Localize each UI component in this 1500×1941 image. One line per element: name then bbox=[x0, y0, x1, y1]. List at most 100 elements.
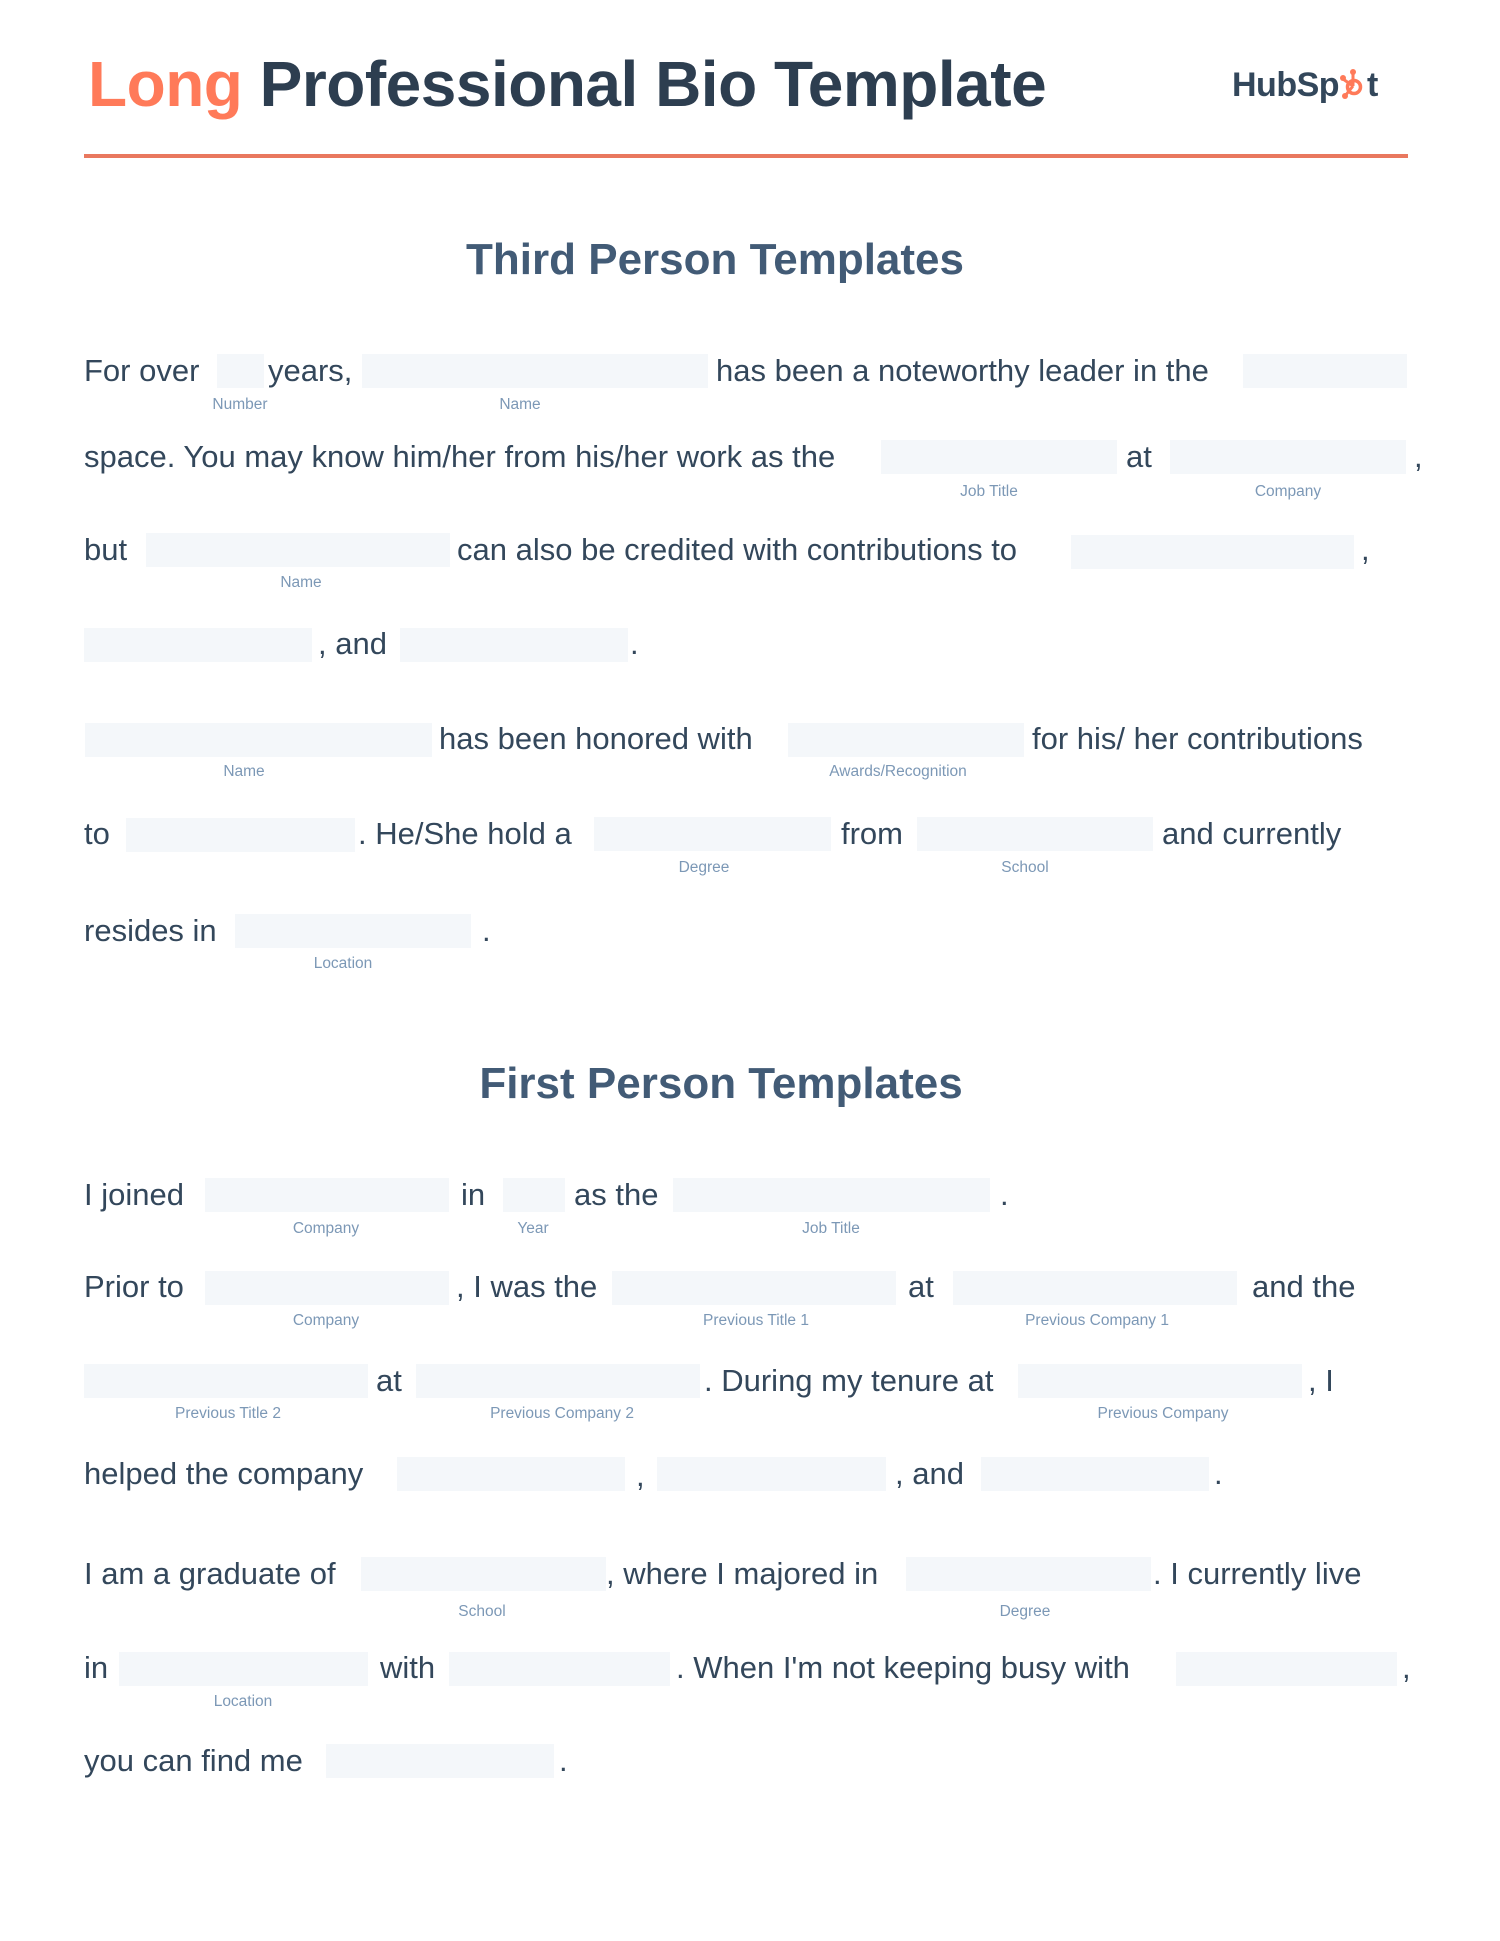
hobby-field[interactable] bbox=[326, 1744, 554, 1778]
field-label: Previous Title 2 bbox=[175, 1405, 281, 1422]
previous-company-1-field[interactable] bbox=[953, 1271, 1237, 1305]
title-rest: Professional Bio Template bbox=[259, 48, 1047, 120]
text: and currently bbox=[1162, 816, 1342, 851]
text: , bbox=[1402, 1650, 1411, 1685]
page-title: Long Professional Bio Template bbox=[88, 52, 1047, 116]
contribution-field[interactable] bbox=[400, 628, 628, 662]
previous-company-field[interactable] bbox=[1018, 1364, 1302, 1398]
field-label: Company bbox=[292, 1220, 360, 1237]
logo-text: HubSp bbox=[1232, 66, 1340, 104]
field-of-contribution[interactable] bbox=[126, 818, 355, 852]
text: at bbox=[376, 1363, 402, 1398]
text: , bbox=[1361, 532, 1370, 567]
logo-text-end: t bbox=[1367, 66, 1378, 104]
field-label: Year bbox=[517, 1220, 549, 1237]
field-label: Previous Company 1 bbox=[1025, 1312, 1169, 1329]
year-field[interactable] bbox=[503, 1178, 565, 1212]
field-label: Previous Company 2 bbox=[490, 1405, 634, 1422]
text: you can find me bbox=[84, 1743, 303, 1778]
text: . bbox=[1214, 1456, 1223, 1491]
text: as the bbox=[574, 1177, 659, 1212]
text: , and bbox=[318, 626, 387, 661]
degree-field[interactable] bbox=[906, 1557, 1151, 1591]
school-field[interactable] bbox=[361, 1557, 606, 1591]
text: . bbox=[630, 626, 639, 661]
field-label: Previous Company bbox=[1097, 1405, 1229, 1422]
school-field[interactable] bbox=[917, 817, 1153, 851]
text: , bbox=[636, 1458, 645, 1493]
degree-field[interactable] bbox=[594, 817, 831, 851]
hubspot-logo: HubSp t bbox=[1232, 68, 1378, 102]
sprocket-icon bbox=[1339, 68, 1367, 100]
accomplishment-field[interactable] bbox=[657, 1457, 886, 1491]
text: has been honored with bbox=[439, 721, 753, 756]
text: , bbox=[1414, 439, 1423, 474]
previous-title-1-field[interactable] bbox=[612, 1271, 896, 1305]
text: helped the company bbox=[84, 1456, 364, 1491]
contribution-field[interactable] bbox=[84, 628, 312, 662]
text: with bbox=[380, 1650, 436, 1685]
text: . bbox=[482, 913, 491, 948]
industry-field[interactable] bbox=[1243, 354, 1407, 388]
text: from bbox=[841, 816, 903, 851]
name-field[interactable] bbox=[85, 723, 432, 757]
text: in bbox=[84, 1650, 109, 1685]
accomplishment-field[interactable] bbox=[981, 1457, 1209, 1491]
text: , I was the bbox=[456, 1269, 598, 1304]
text: at bbox=[908, 1269, 934, 1304]
company-field[interactable] bbox=[205, 1178, 449, 1212]
first-person-heading: First Person Templates bbox=[479, 1059, 963, 1108]
header-divider bbox=[84, 154, 1408, 158]
accomplishment-field[interactable] bbox=[397, 1457, 625, 1491]
name-field[interactable] bbox=[362, 354, 708, 388]
previous-company-2-field[interactable] bbox=[416, 1364, 700, 1398]
field-label: School bbox=[458, 1603, 506, 1620]
field-label: Previous Title 1 bbox=[703, 1312, 809, 1329]
text: . bbox=[559, 1743, 568, 1778]
text: I am a graduate of bbox=[84, 1556, 336, 1591]
field-label: Job Title bbox=[802, 1220, 860, 1237]
field-label: Company bbox=[292, 1312, 360, 1329]
job-title-field[interactable] bbox=[673, 1178, 990, 1212]
text: For over bbox=[84, 353, 200, 388]
number-field[interactable] bbox=[217, 354, 264, 388]
text: to bbox=[84, 816, 110, 851]
text: years, bbox=[268, 353, 353, 388]
company-field[interactable] bbox=[205, 1271, 449, 1305]
field-label: Name bbox=[280, 574, 322, 591]
field-label: School bbox=[1001, 859, 1049, 876]
text: but bbox=[84, 532, 128, 567]
text: at bbox=[1126, 439, 1152, 474]
text: , where I majored in bbox=[606, 1556, 879, 1591]
field-label: Location bbox=[313, 955, 373, 972]
text: for his/ her contributions bbox=[1032, 721, 1363, 756]
field-label: Degree bbox=[678, 859, 730, 876]
field-label: Degree bbox=[999, 1603, 1051, 1620]
contribution-field[interactable] bbox=[1071, 535, 1354, 569]
name-field[interactable] bbox=[146, 533, 450, 567]
text: . I currently live bbox=[1153, 1556, 1362, 1591]
text: can also be credited with contributions … bbox=[457, 532, 1018, 567]
job-title-field[interactable] bbox=[881, 440, 1117, 474]
text: resides in bbox=[84, 913, 217, 948]
field-label: Name bbox=[499, 396, 541, 413]
field-label: Location bbox=[213, 1693, 273, 1710]
company-field[interactable] bbox=[1170, 440, 1406, 474]
location-field[interactable] bbox=[119, 1652, 368, 1686]
text: . During my tenure at bbox=[704, 1363, 994, 1398]
text: . bbox=[1000, 1177, 1009, 1212]
text: I joined bbox=[84, 1177, 184, 1212]
field-label: Number bbox=[212, 396, 268, 413]
previous-title-2-field[interactable] bbox=[84, 1364, 368, 1398]
field-label: Name bbox=[223, 763, 265, 780]
location-field[interactable] bbox=[235, 914, 471, 948]
text: , and bbox=[895, 1456, 964, 1491]
text: has been a noteworthy leader in the bbox=[716, 353, 1209, 388]
with-whom-field[interactable] bbox=[449, 1652, 670, 1686]
awards-field[interactable] bbox=[788, 723, 1024, 757]
busy-with-field[interactable] bbox=[1176, 1652, 1397, 1686]
text: Prior to bbox=[84, 1269, 184, 1304]
text: and the bbox=[1252, 1269, 1356, 1304]
field-label: Awards/Recognition bbox=[829, 763, 967, 780]
title-accent: Long bbox=[88, 48, 243, 120]
